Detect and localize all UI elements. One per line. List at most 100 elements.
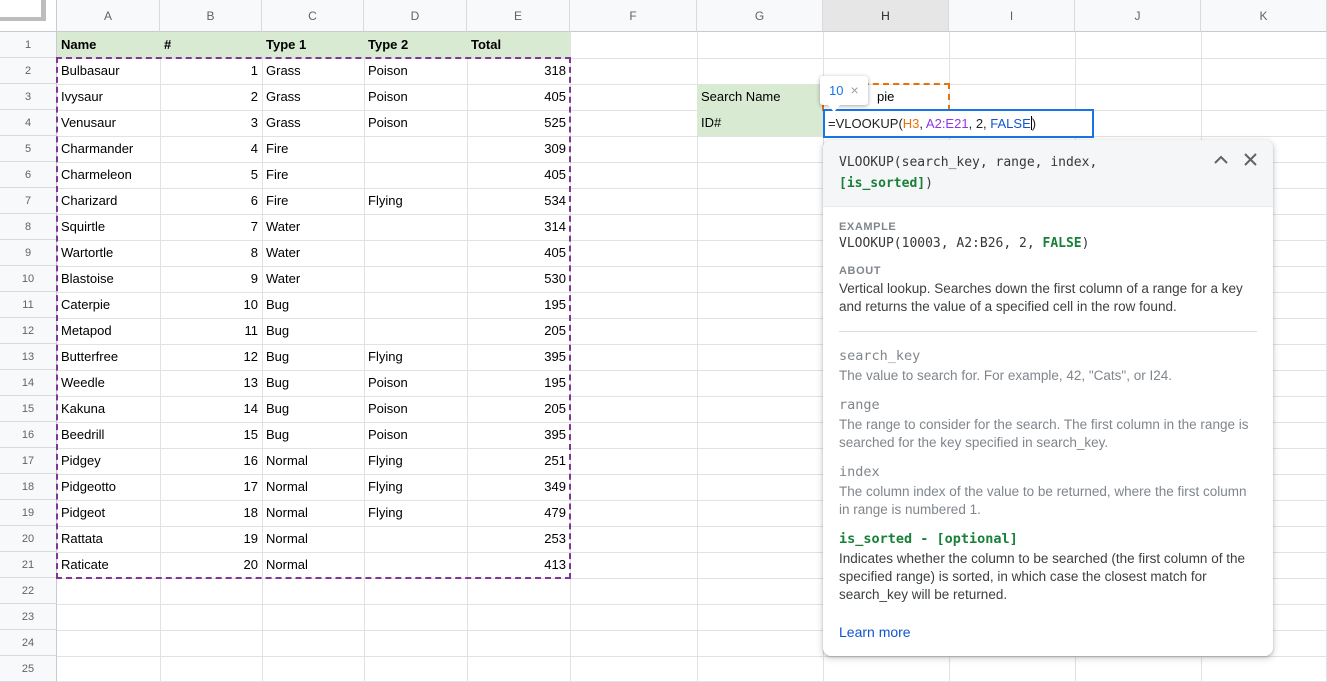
table-cell[interactable]: Grass [262, 84, 364, 110]
row-header-10[interactable]: 10 [0, 266, 57, 292]
table-cell[interactable]: 3 [160, 110, 262, 136]
table-cell[interactable]: 11 [160, 318, 262, 344]
table-cell[interactable]: Flying [364, 448, 467, 474]
header-cell-#[interactable]: # [160, 32, 262, 58]
table-cell[interactable]: 13 [160, 370, 262, 396]
table-cell[interactable]: 17 [160, 474, 262, 500]
select-all-corner[interactable] [0, 0, 57, 32]
row-header-6[interactable]: 6 [0, 162, 57, 188]
table-cell[interactable]: Kakuna [57, 396, 160, 422]
row-header-7[interactable]: 7 [0, 188, 57, 214]
table-cell[interactable]: 195 [467, 292, 570, 318]
h3-visible-text[interactable]: pie [877, 84, 949, 110]
row-header-20[interactable]: 20 [0, 526, 57, 552]
row-header-18[interactable]: 18 [0, 474, 57, 500]
preview-close-icon[interactable]: × [850, 83, 858, 97]
row-header-4[interactable]: 4 [0, 110, 57, 136]
table-cell[interactable]: 530 [467, 266, 570, 292]
table-cell[interactable]: 19 [160, 526, 262, 552]
row-header-12[interactable]: 12 [0, 318, 57, 344]
column-header-H[interactable]: H [823, 0, 949, 32]
learn-more-link[interactable]: Learn more [839, 624, 911, 640]
row-header-22[interactable]: 22 [0, 578, 57, 604]
row-header-11[interactable]: 11 [0, 292, 57, 318]
table-cell[interactable]: 405 [467, 162, 570, 188]
table-cell[interactable]: Fire [262, 136, 364, 162]
table-cell[interactable]: Normal [262, 474, 364, 500]
collapse-chevron-icon[interactable] [1214, 155, 1228, 164]
column-header-A[interactable]: A [57, 0, 160, 32]
table-cell[interactable]: 413 [467, 552, 570, 578]
table-cell[interactable]: 16 [160, 448, 262, 474]
table-cell[interactable]: Flying [364, 344, 467, 370]
table-cell[interactable]: Fire [262, 188, 364, 214]
table-cell[interactable]: 253 [467, 526, 570, 552]
table-cell[interactable]: Wartortle [57, 240, 160, 266]
table-cell[interactable]: Pidgeotto [57, 474, 160, 500]
table-cell[interactable]: 6 [160, 188, 262, 214]
table-cell[interactable]: Normal [262, 500, 364, 526]
column-header-D[interactable]: D [364, 0, 467, 32]
table-cell[interactable]: 525 [467, 110, 570, 136]
row-header-25[interactable]: 25 [0, 656, 57, 682]
column-header-B[interactable]: B [160, 0, 262, 32]
table-cell[interactable]: 314 [467, 214, 570, 240]
row-header-2[interactable]: 2 [0, 58, 57, 84]
row-header-21[interactable]: 21 [0, 552, 57, 578]
table-cell[interactable]: Bug [262, 318, 364, 344]
table-cell[interactable]: Flying [364, 474, 467, 500]
table-cell[interactable]: 479 [467, 500, 570, 526]
table-cell[interactable]: 7 [160, 214, 262, 240]
table-cell[interactable]: 251 [467, 448, 570, 474]
table-cell[interactable]: Water [262, 266, 364, 292]
table-cell[interactable]: Grass [262, 58, 364, 84]
table-cell[interactable]: Pidgeot [57, 500, 160, 526]
table-cell[interactable]: 1 [160, 58, 262, 84]
table-cell[interactable]: Metapod [57, 318, 160, 344]
table-cell[interactable]: Water [262, 214, 364, 240]
table-cell[interactable]: Squirtle [57, 214, 160, 240]
table-cell[interactable]: 405 [467, 84, 570, 110]
table-cell[interactable]: Poison [364, 396, 467, 422]
row-header-3[interactable]: 3 [0, 84, 57, 110]
table-cell[interactable]: Butterfree [57, 344, 160, 370]
table-cell[interactable]: Poison [364, 422, 467, 448]
table-cell[interactable]: Bug [262, 344, 364, 370]
row-header-24[interactable]: 24 [0, 630, 57, 656]
table-cell[interactable]: 12 [160, 344, 262, 370]
table-cell[interactable]: Caterpie [57, 292, 160, 318]
table-cell[interactable]: Blastoise [57, 266, 160, 292]
table-cell[interactable]: Raticate [57, 552, 160, 578]
row-header-9[interactable]: 9 [0, 240, 57, 266]
header-cell-Type 1[interactable]: Type 1 [262, 32, 364, 58]
header-cell-Total[interactable]: Total [467, 32, 570, 58]
table-cell[interactable]: Bug [262, 396, 364, 422]
header-cell-Name[interactable]: Name [57, 32, 160, 58]
table-cell[interactable]: 349 [467, 474, 570, 500]
table-cell[interactable]: 14 [160, 396, 262, 422]
table-cell[interactable]: Venusaur [57, 110, 160, 136]
close-icon[interactable] [1244, 153, 1257, 166]
table-cell[interactable]: 9 [160, 266, 262, 292]
row-header-13[interactable]: 13 [0, 344, 57, 370]
table-cell[interactable]: Poison [364, 84, 467, 110]
row-header-15[interactable]: 15 [0, 396, 57, 422]
row-header-16[interactable]: 16 [0, 422, 57, 448]
header-cell-Type 2[interactable]: Type 2 [364, 32, 467, 58]
column-header-K[interactable]: K [1201, 0, 1327, 32]
table-cell[interactable]: Beedrill [57, 422, 160, 448]
column-header-F[interactable]: F [570, 0, 697, 32]
row-header-23[interactable]: 23 [0, 604, 57, 630]
table-cell[interactable]: 205 [467, 318, 570, 344]
column-header-E[interactable]: E [467, 0, 570, 32]
id-label-cell[interactable]: ID# [697, 110, 823, 136]
table-cell[interactable]: Bug [262, 370, 364, 396]
table-cell[interactable]: 405 [467, 240, 570, 266]
table-cell[interactable]: Normal [262, 448, 364, 474]
table-cell[interactable]: Poison [364, 58, 467, 84]
table-cell[interactable]: 395 [467, 344, 570, 370]
row-header-8[interactable]: 8 [0, 214, 57, 240]
table-cell[interactable]: Poison [364, 110, 467, 136]
table-cell[interactable]: 10 [160, 292, 262, 318]
table-cell[interactable]: Bulbasaur [57, 58, 160, 84]
